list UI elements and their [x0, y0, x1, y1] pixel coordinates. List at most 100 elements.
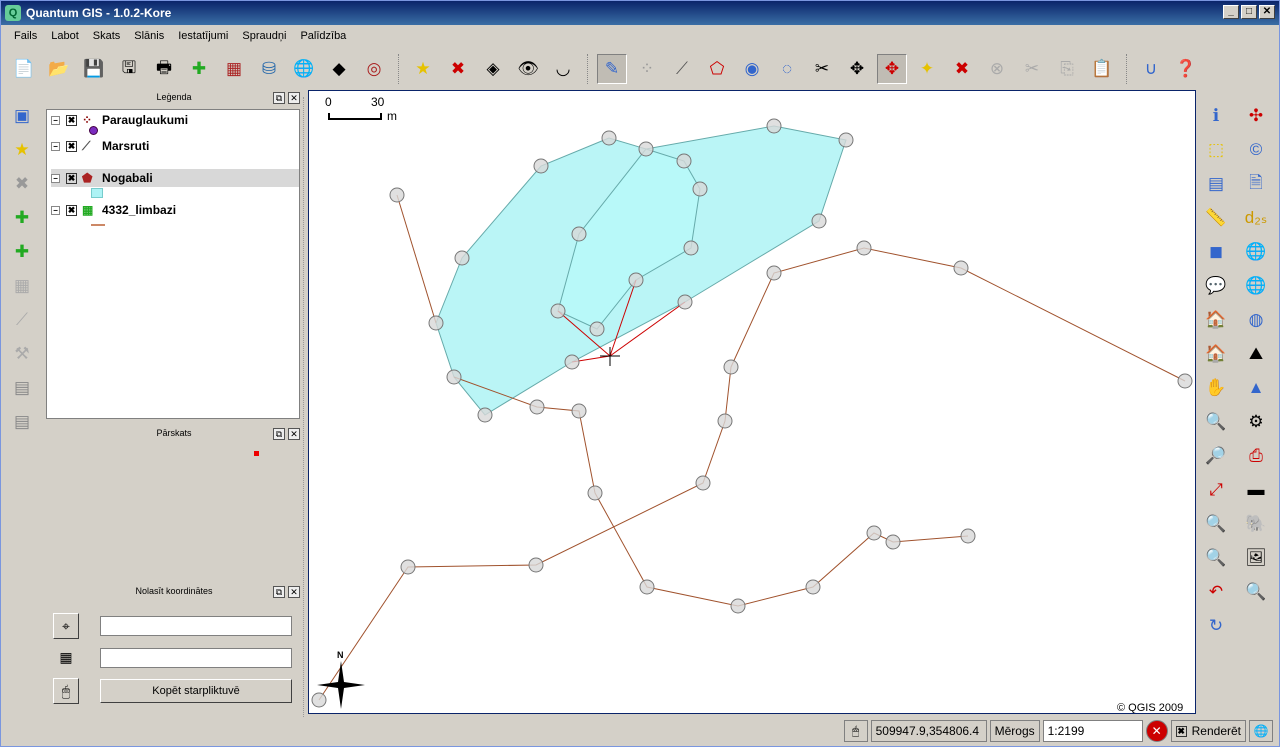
menu-labot[interactable]: Labot [44, 30, 86, 42]
zoom-selection-icon[interactable]: 🔍 [1201, 509, 1231, 539]
add-postgis-icon[interactable]: ⛁ [254, 54, 284, 84]
add-layer-raster-icon[interactable]: ✚ [7, 237, 37, 267]
coords-close-icon[interactable]: ✕ [288, 586, 300, 598]
layer-visibility-checkbox[interactable]: ✖ [66, 172, 77, 184]
save-project-icon[interactable]: 💾 [79, 54, 109, 84]
copy-features-icon[interactable]: ⎘ [1052, 54, 1082, 84]
scalebar-tool-icon[interactable]: ▬ [1241, 475, 1271, 505]
overview-star-icon[interactable]: ★ [7, 135, 37, 165]
layer-disabled4-icon[interactable]: ▤ [7, 373, 37, 403]
image-export-icon[interactable]: 🖼 [1241, 543, 1271, 573]
zoom-last-icon[interactable]: ↶ [1201, 577, 1231, 607]
toggle-editing-icon[interactable]: ✎ [597, 54, 627, 84]
zoom-out-icon[interactable]: 🔎 [1201, 441, 1231, 471]
expander-icon[interactable]: − [51, 205, 60, 215]
add-vector-icon[interactable]: ✚ [184, 54, 214, 84]
add-wfs-icon[interactable]: ◎ [359, 54, 389, 84]
legend-layer-nogabali[interactable]: − ✖ ⬟ Nogabali [51, 169, 299, 187]
layer-disabled3-icon[interactable]: ⚒ [7, 339, 37, 369]
legend-layer-limbazi[interactable]: − ✖ ▦ 4332_limbazi [51, 201, 299, 219]
show-all-layers-icon[interactable]: 👁 [513, 54, 543, 84]
layer-disabled1-icon[interactable]: ▦ [7, 271, 37, 301]
identify-icon[interactable]: ℹ [1201, 101, 1231, 131]
capture-point-icon[interactable]: ⁘ [632, 54, 662, 84]
layer-disabled2-icon[interactable]: ⟋ [7, 305, 37, 335]
capture-line-icon[interactable]: ⟋ [667, 54, 697, 84]
map-svg[interactable]: 0 30 m N © QGIS 2009 [309, 91, 1196, 714]
save-as-icon[interactable]: 🖫 [114, 54, 144, 84]
wfs-plugin-icon[interactable]: 🌐 [1241, 271, 1271, 301]
delete-selected-icon[interactable]: ⊗ [982, 54, 1012, 84]
georeferencer-icon[interactable]: ✣ [1241, 101, 1271, 131]
gps-tools-icon[interactable]: 🌐 [1241, 237, 1271, 267]
add-wms-icon[interactable]: 🌐 [289, 54, 319, 84]
move-vertex-icon[interactable]: ✥ [877, 54, 907, 84]
pdf-export-icon[interactable]: ⎙ [1241, 441, 1271, 471]
coord-input-1[interactable] [100, 616, 292, 636]
layer-disabled5-icon[interactable]: ▤ [7, 407, 37, 437]
maximize-button[interactable]: □ [1241, 5, 1257, 19]
spit-icon[interactable]: 🐘 [1241, 509, 1271, 539]
refresh-icon[interactable]: ↻ [1201, 611, 1231, 641]
scale-input[interactable]: 1:2199 [1042, 720, 1143, 742]
minimize-button[interactable]: _ [1223, 5, 1239, 19]
legend-close-icon[interactable]: ✕ [288, 92, 300, 104]
legend-layer-parauglaukumi[interactable]: − ✖ ⁘ Parauglaukumi [51, 111, 299, 129]
overview-remove-icon[interactable]: ✖ [7, 169, 37, 199]
add-vertex-icon[interactable]: ✦ [912, 54, 942, 84]
overview-float-icon[interactable]: ⧉ [273, 428, 285, 440]
add-spatialite-icon[interactable]: ◆ [324, 54, 354, 84]
print-icon[interactable]: 🖶 [149, 54, 179, 84]
graticule-icon[interactable]: ⛰ [1241, 339, 1271, 369]
add-ring-icon[interactable]: ◉ [737, 54, 767, 84]
zoom-in-icon[interactable]: 🔍 [1201, 407, 1231, 437]
coord-toggle-icon[interactable]: 🖱 [843, 720, 868, 742]
hide-all-icon[interactable]: ◈ [478, 54, 508, 84]
remove-from-overview-icon[interactable]: ✖ [443, 54, 473, 84]
measure-area-icon[interactable]: ◼ [1201, 237, 1231, 267]
new-project-icon[interactable]: 📄 [9, 54, 39, 84]
layer-visibility-checkbox[interactable]: ✖ [66, 140, 77, 152]
delete-vertex-icon[interactable]: ✖ [947, 54, 977, 84]
projection-icon[interactable]: 🌐 [1249, 720, 1273, 742]
paste-features-icon[interactable]: 📋 [1087, 54, 1117, 84]
dxf2shp-icon[interactable]: d₂ₛ [1241, 203, 1271, 233]
close-button[interactable]: ✕ [1259, 5, 1275, 19]
overview-add-icon[interactable]: ▣ [7, 101, 37, 131]
pan-icon[interactable]: ✋ [1201, 373, 1231, 403]
gdal-tools-icon[interactable]: ⚙ [1241, 407, 1271, 437]
copyright-label-icon[interactable]: © [1241, 135, 1271, 165]
measure-line-icon[interactable]: 📏 [1201, 203, 1231, 233]
new-bookmark-icon[interactable]: 🏠 [1201, 305, 1231, 335]
zoom-layer-icon[interactable]: 🔍 [1201, 543, 1231, 573]
legend-layer-marsruti[interactable]: − ✖ ⟋ Marsruti [51, 137, 299, 155]
map-canvas[interactable]: 0 30 m N © QGIS 2009 [308, 90, 1196, 714]
search-plugin-icon[interactable]: 🔍 [1241, 577, 1271, 607]
menu-palidziba[interactable]: Palīdzība [293, 30, 353, 42]
overview-close-icon[interactable]: ✕ [288, 428, 300, 440]
menu-iestatijumi[interactable]: Iestatījumi [171, 30, 235, 42]
grid-maker-icon[interactable]: ◍ [1241, 305, 1271, 335]
menu-skats[interactable]: Skats [86, 30, 128, 42]
coord-input-2[interactable] [100, 648, 292, 668]
layer-visibility-checkbox[interactable]: ✖ [66, 114, 77, 126]
add-layer-green-icon[interactable]: ✚ [7, 203, 37, 233]
select-features-icon[interactable]: ⬚ [1201, 135, 1231, 165]
copy-to-clipboard-button[interactable]: Kopēt starpliktuvē [100, 679, 292, 703]
split-features-icon[interactable]: ✂ [807, 54, 837, 84]
menu-fails[interactable]: Fails [7, 30, 44, 42]
mouse-track-icon[interactable]: 🖱 [53, 678, 79, 704]
expander-icon[interactable]: − [51, 141, 60, 151]
delimited-text-icon[interactable]: 🗎 [1241, 169, 1271, 199]
add-raster-icon[interactable]: ▦ [219, 54, 249, 84]
render-checkbox[interactable]: ✖ [1175, 725, 1187, 737]
snapping-icon[interactable]: ∪ [1136, 54, 1166, 84]
show-bookmarks-icon[interactable]: 🏠 [1201, 339, 1231, 369]
dock-splitter[interactable] [303, 97, 307, 717]
add-island-icon[interactable]: ◌ [772, 54, 802, 84]
open-project-icon[interactable]: 📂 [44, 54, 74, 84]
hide-layers-icon[interactable]: ◡ [548, 54, 578, 84]
render-toggle[interactable]: ✖ Renderēt [1170, 720, 1246, 742]
overview-map[interactable] [46, 443, 300, 585]
coords-float-icon[interactable]: ⧉ [273, 586, 285, 598]
